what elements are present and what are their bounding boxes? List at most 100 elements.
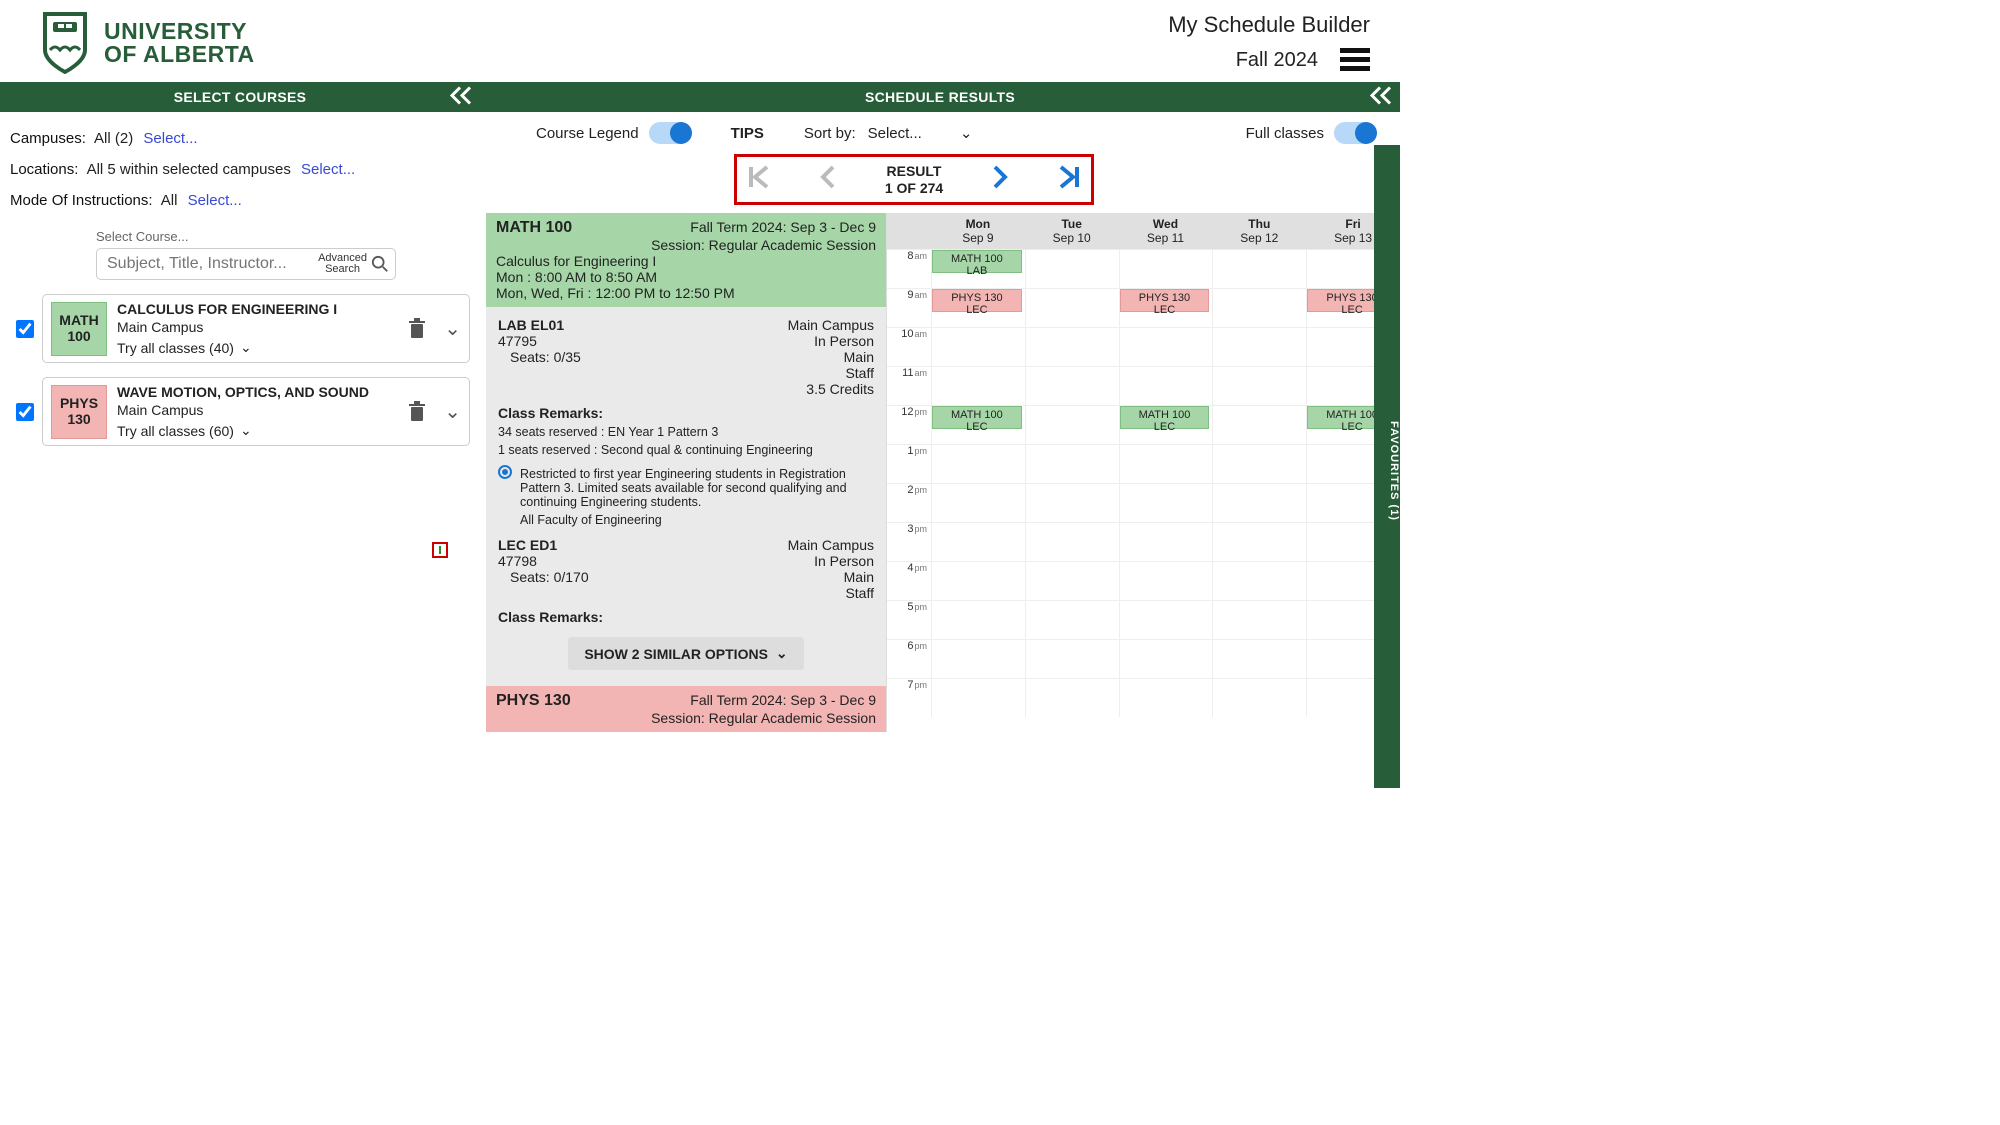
- sortby-value[interactable]: Select...: [868, 125, 922, 142]
- course-card-math100[interactable]: MATH 100 CALCULUS FOR ENGINEERING I Main…: [42, 294, 470, 363]
- campuses-label: Campuses:: [10, 130, 86, 147]
- course-try-all[interactable]: Try all classes (60) ⌄: [117, 422, 398, 439]
- legend-toggle[interactable]: [649, 122, 691, 144]
- calendar-cell[interactable]: [1119, 445, 1213, 483]
- calendar-cell[interactable]: [931, 484, 1025, 522]
- calendar-cell[interactable]: [931, 562, 1025, 600]
- calendar-cell[interactable]: [931, 328, 1025, 366]
- calendar-cell[interactable]: [1025, 640, 1119, 678]
- calendar-cell[interactable]: [1119, 562, 1213, 600]
- tips-link[interactable]: TIPS: [731, 125, 764, 142]
- calendar-cell[interactable]: [1212, 406, 1306, 444]
- calendar-cell[interactable]: [931, 601, 1025, 639]
- pager-result-count: 1 OF 274: [885, 180, 943, 196]
- calendar-event[interactable]: PHYS 130LEC: [932, 289, 1022, 312]
- calendar-cell[interactable]: [1212, 250, 1306, 288]
- mode-select-link[interactable]: Select...: [188, 192, 242, 209]
- calendar-cell[interactable]: [1212, 601, 1306, 639]
- chevron-down-icon[interactable]: ⌄: [444, 316, 461, 341]
- schedule-results-bar: SCHEDULE RESULTS: [480, 82, 1400, 112]
- calendar-cell[interactable]: [1212, 289, 1306, 327]
- chevron-down-icon[interactable]: ⌄: [960, 124, 973, 142]
- calendar-cell[interactable]: [1212, 367, 1306, 405]
- mode-label: Mode Of Instructions:: [10, 192, 153, 209]
- calendar-cell[interactable]: [931, 640, 1025, 678]
- pager-result-label: RESULT: [885, 163, 943, 179]
- time-label: 2pm: [887, 484, 931, 522]
- pager-next-icon[interactable]: [991, 163, 1009, 196]
- search-icon[interactable]: [371, 255, 389, 273]
- pager-last-icon[interactable]: [1057, 163, 1081, 196]
- course-campus: Main Campus: [117, 402, 398, 418]
- calendar-cell[interactable]: [1212, 640, 1306, 678]
- pager-prev-icon[interactable]: [819, 163, 837, 196]
- calendar-cell[interactable]: [1119, 250, 1213, 288]
- course-title: WAVE MOTION, OPTICS, AND SOUND: [117, 384, 398, 400]
- advanced-search-link[interactable]: AdvancedSearch: [318, 253, 367, 275]
- campuses-select-link[interactable]: Select...: [143, 130, 197, 147]
- result-pager-highlight: RESULT 1 OF 274: [734, 154, 1094, 205]
- course-code-subject: PHYS: [60, 396, 98, 411]
- menu-icon[interactable]: [1340, 48, 1370, 72]
- calendar-cell[interactable]: [1119, 484, 1213, 522]
- calendar-cell[interactable]: [1025, 484, 1119, 522]
- collapse-left-icon[interactable]: [450, 86, 472, 109]
- calendar-cell[interactable]: [931, 367, 1025, 405]
- campuses-value: All (2): [94, 130, 133, 147]
- time-label: 10am: [887, 328, 931, 366]
- uni-name-line1: UNIVERSITY: [104, 20, 255, 43]
- calendar-cell[interactable]: [1212, 562, 1306, 600]
- locations-select-link[interactable]: Select...: [301, 161, 355, 178]
- locations-label: Locations:: [10, 161, 78, 178]
- calendar-cell[interactable]: [1119, 679, 1213, 717]
- calendar-event[interactable]: MATH 100LAB: [932, 250, 1022, 273]
- calendar-cell[interactable]: [1025, 523, 1119, 561]
- calendar-cell[interactable]: [1025, 328, 1119, 366]
- full-classes-toggle[interactable]: [1334, 122, 1376, 144]
- pager-first-icon[interactable]: [747, 163, 771, 196]
- calendar-cell[interactable]: [1025, 250, 1119, 288]
- calendar-event[interactable]: PHYS 130LEC: [1120, 289, 1210, 312]
- chevron-down-icon: ⌄: [776, 645, 788, 662]
- calendar-cell[interactable]: [1119, 328, 1213, 366]
- time-label: 3pm: [887, 523, 931, 561]
- calendar-cell[interactable]: [931, 523, 1025, 561]
- calendar-cell[interactable]: [1025, 679, 1119, 717]
- course-checkbox-phys130[interactable]: [16, 403, 34, 421]
- calendar-cell[interactable]: [1025, 289, 1119, 327]
- week-calendar: MonSep 9 TueSep 10 WedSep 11 ThuSep 12 F…: [886, 213, 1400, 732]
- calendar-cell[interactable]: [1025, 406, 1119, 444]
- calendar-cell[interactable]: [1212, 445, 1306, 483]
- calendar-cell[interactable]: [1212, 328, 1306, 366]
- course-try-all[interactable]: Try all classes (40) ⌄: [117, 339, 398, 356]
- calendar-cell[interactable]: [931, 445, 1025, 483]
- collapse-right-icon[interactable]: [1370, 86, 1392, 109]
- show-similar-button[interactable]: SHOW 2 SIMILAR OPTIONS ⌄: [568, 637, 803, 670]
- calendar-cell[interactable]: [1212, 523, 1306, 561]
- calendar-cell[interactable]: [1212, 484, 1306, 522]
- chevron-down-icon[interactable]: ⌄: [444, 399, 461, 424]
- time-label: 9am: [887, 289, 931, 327]
- favourites-rail[interactable]: FAVOURITES (1): [1374, 145, 1400, 788]
- calendar-cell[interactable]: [1025, 601, 1119, 639]
- course-search-input[interactable]: [107, 255, 314, 273]
- calendar-event[interactable]: MATH 100LEC: [1120, 406, 1210, 429]
- calendar-cell[interactable]: [1025, 562, 1119, 600]
- calendar-cell[interactable]: [1119, 523, 1213, 561]
- trash-icon[interactable]: [408, 401, 426, 423]
- calendar-cell[interactable]: [1212, 679, 1306, 717]
- calendar-cell[interactable]: [1119, 640, 1213, 678]
- course-checkbox-math100[interactable]: [16, 320, 34, 338]
- course-code-number: 130: [67, 412, 90, 427]
- course-card-phys130[interactable]: PHYS 130 WAVE MOTION, OPTICS, AND SOUND …: [42, 377, 470, 446]
- calendar-cell[interactable]: [1025, 445, 1119, 483]
- schedule-results-label: SCHEDULE RESULTS: [865, 89, 1015, 105]
- calendar-cell[interactable]: [1119, 367, 1213, 405]
- collapse-fav-icon[interactable]: [1377, 127, 1397, 148]
- section-radio[interactable]: [498, 465, 512, 479]
- calendar-cell[interactable]: [1119, 601, 1213, 639]
- calendar-event[interactable]: MATH 100LEC: [932, 406, 1022, 429]
- trash-icon[interactable]: [408, 318, 426, 340]
- calendar-cell[interactable]: [1025, 367, 1119, 405]
- calendar-cell[interactable]: [931, 679, 1025, 717]
